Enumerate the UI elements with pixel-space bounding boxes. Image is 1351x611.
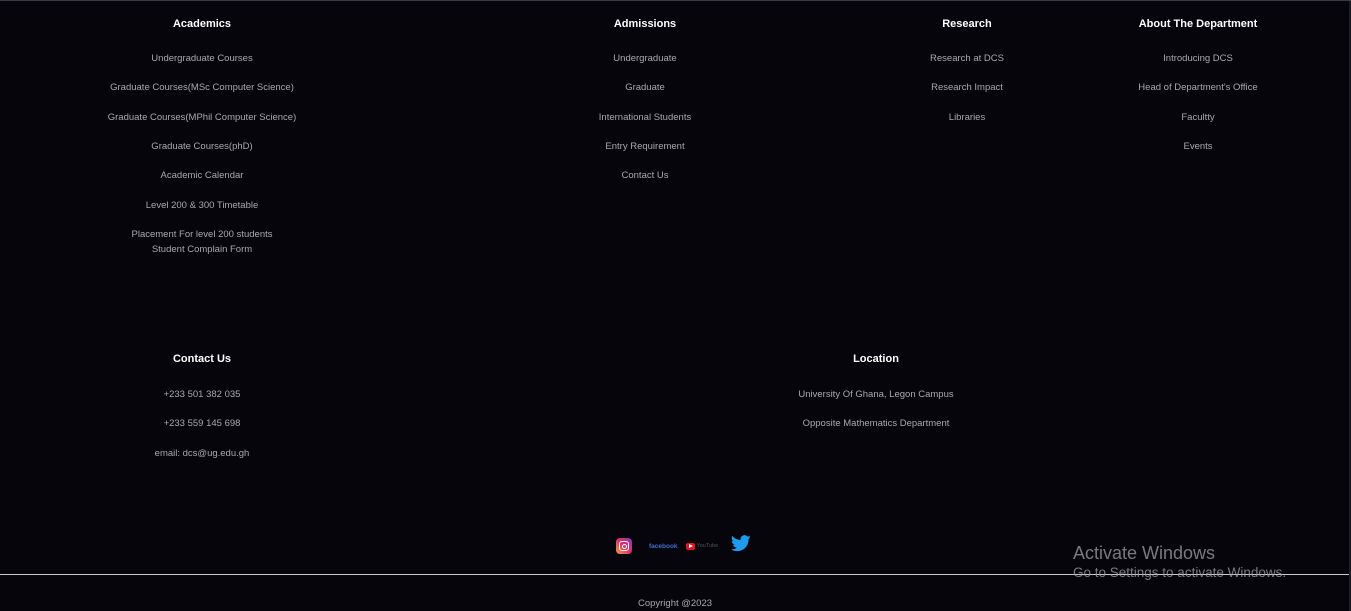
email-address: email: dcs@ug.edu.gh: [154, 448, 250, 459]
about-heading: About The Department: [1138, 18, 1258, 30]
social-links: facebook YouTube: [614, 535, 751, 557]
twitter-icon[interactable]: [731, 535, 751, 557]
link-research-impact[interactable]: Research Impact: [931, 82, 1003, 94]
link-admissions-graduate[interactable]: Graduate: [625, 82, 665, 94]
phone-number-1: +233 501 382 035: [163, 389, 241, 400]
link-faculty[interactable]: Facultty: [1181, 112, 1214, 124]
link-complain-form[interactable]: Student Complain Form: [152, 244, 252, 256]
link-research-at-dcs[interactable]: Research at DCS: [930, 53, 1004, 65]
academics-heading: Academics: [172, 18, 232, 30]
link-admissions-undergraduate[interactable]: Undergraduate: [613, 53, 676, 65]
site-footer: Academics Undergraduate Courses Graduate…: [0, 0, 1351, 611]
link-international-students[interactable]: International Students: [599, 112, 691, 124]
link-entry-requirement[interactable]: Entry Requirement: [605, 141, 684, 153]
phone-number-2: +233 559 145 698: [163, 418, 241, 429]
location-landmark: Opposite Mathematics Department: [802, 418, 950, 429]
link-libraries[interactable]: Libraries: [949, 112, 985, 124]
research-heading: Research: [942, 18, 992, 30]
link-timetable[interactable]: Level 200 & 300 Timetable: [146, 200, 259, 212]
link-placement[interactable]: Placement For level 200 students: [132, 229, 273, 241]
instagram-icon[interactable]: [616, 538, 632, 554]
link-admissions-contact[interactable]: Contact Us: [622, 170, 669, 182]
link-academic-calendar[interactable]: Academic Calendar: [161, 170, 244, 182]
location-heading: Location: [853, 353, 899, 365]
location-campus: University Of Ghana, Legon Campus: [798, 389, 954, 400]
watermark-subtitle: Go to Settings to activate Windows.: [1073, 565, 1287, 580]
link-events[interactable]: Events: [1183, 141, 1212, 153]
link-hod-office[interactable]: Head of Department's Office: [1138, 82, 1257, 94]
link-graduate-msc[interactable]: Graduate Courses(MSc Computer Science): [110, 82, 294, 94]
facebook-icon[interactable]: facebook: [649, 543, 678, 550]
youtube-icon[interactable]: YouTube: [685, 542, 719, 550]
contact-heading: Contact Us: [172, 353, 232, 365]
youtube-label: YouTube: [696, 543, 719, 549]
watermark-title: Activate Windows: [1073, 543, 1216, 563]
twitter-bird-icon: [731, 535, 751, 552]
link-undergraduate-courses[interactable]: Undergraduate Courses: [151, 53, 252, 65]
youtube-play-icon: [685, 542, 695, 550]
admissions-heading: Admissions: [613, 18, 677, 30]
link-introducing-dcs[interactable]: Introducing DCS: [1163, 53, 1233, 65]
link-graduate-mphil[interactable]: Graduate Courses(MPhil Computer Science): [108, 112, 297, 124]
link-graduate-phd[interactable]: Graduate Courses(phD): [151, 141, 252, 153]
activate-windows-watermark: Activate Windows Go to Settings to activ…: [1073, 542, 1286, 582]
copyright-text: Copyright @2023: [637, 598, 713, 609]
